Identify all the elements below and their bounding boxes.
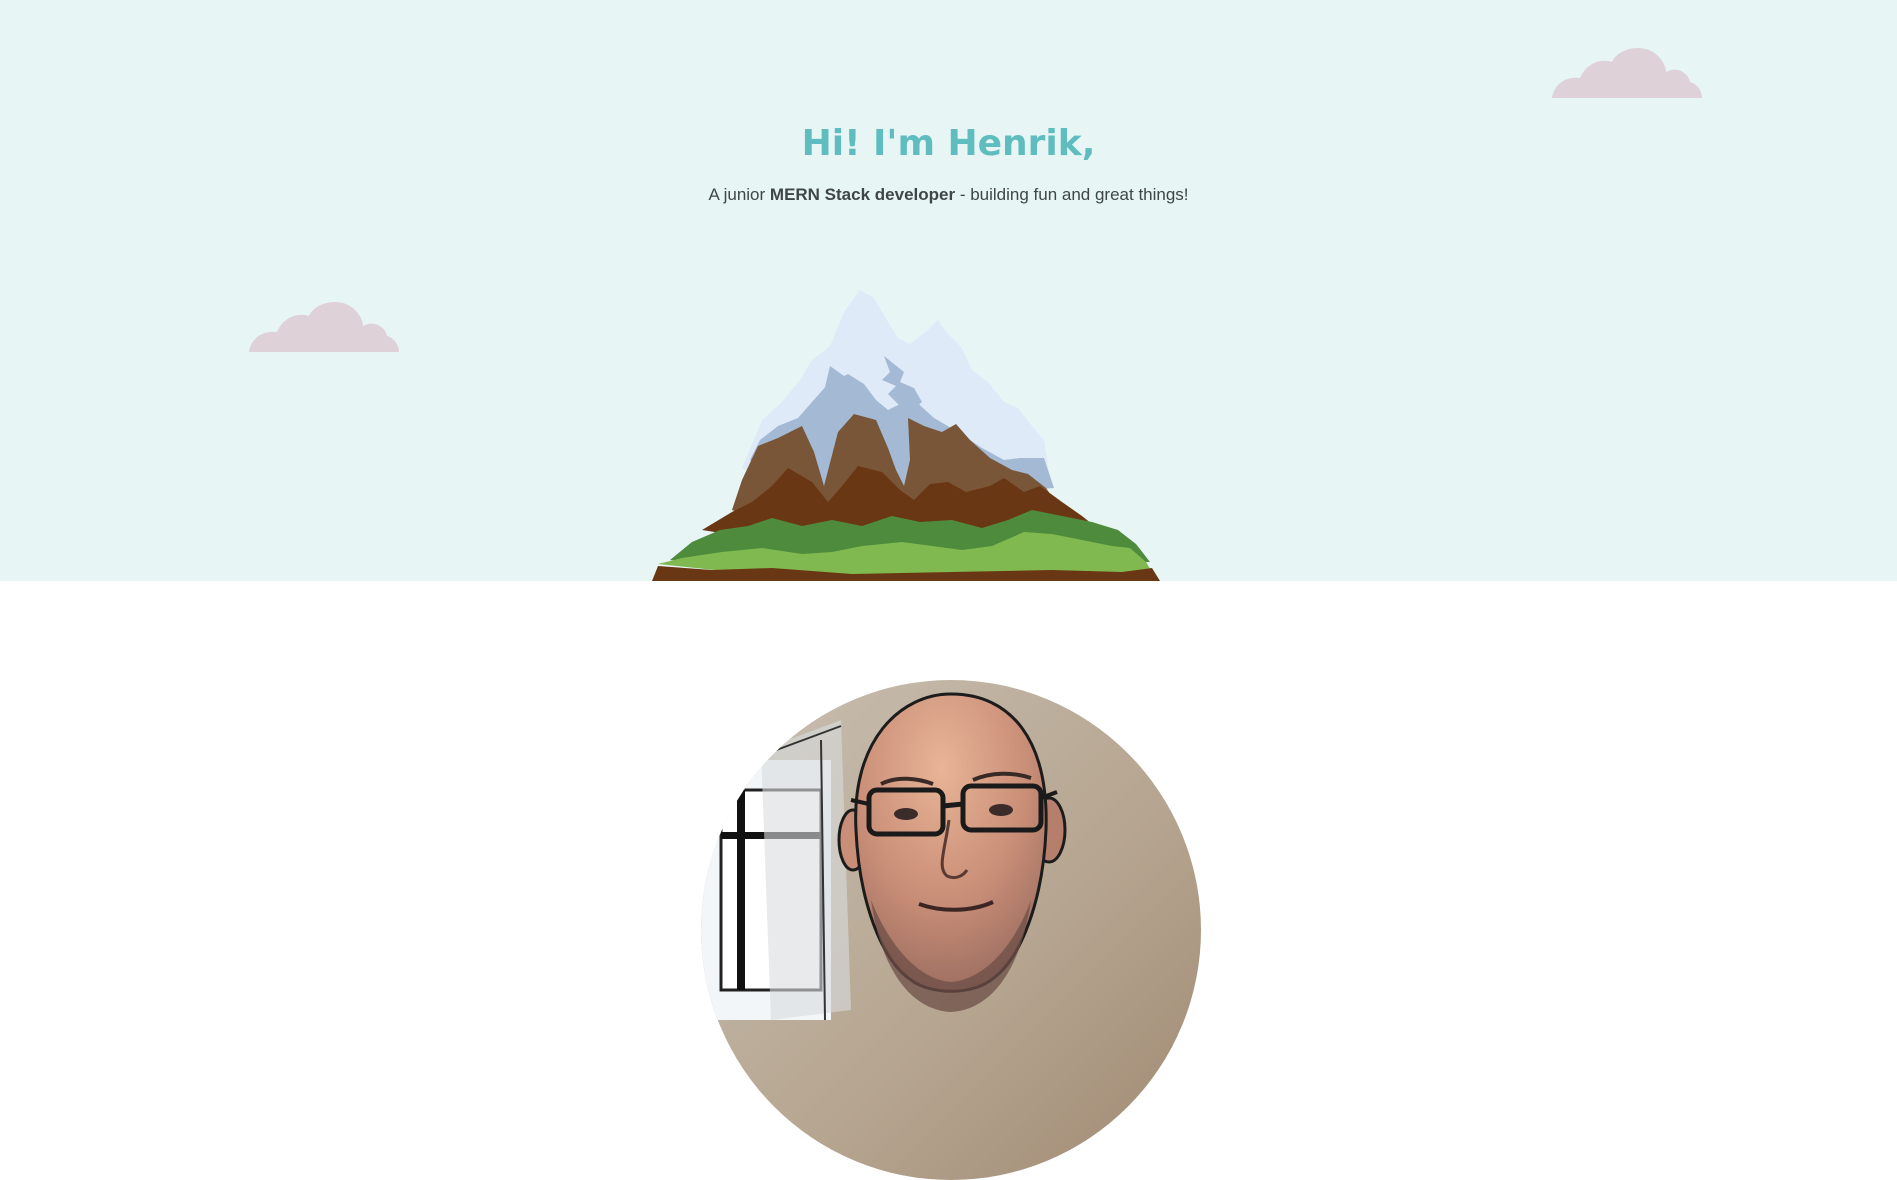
hero-subtitle: A junior MERN Stack developer - building… (0, 184, 1897, 206)
page-title: Hi! I'm Henrik, (801, 123, 1096, 164)
cloud-icon (249, 302, 399, 352)
hero-section: Hi! I'm Henrik, A junior MERN Stack deve… (0, 0, 1897, 581)
subtitle-highlight: MERN Stack developer (769, 185, 956, 204)
avatar (701, 680, 1201, 1180)
cloud-icon (1552, 48, 1702, 98)
subtitle-text: A junior (708, 185, 770, 204)
profile-photo (701, 680, 1201, 1180)
mountain-illustration (652, 290, 1160, 581)
subtitle-text-end: - building fun and great things! (955, 185, 1189, 204)
